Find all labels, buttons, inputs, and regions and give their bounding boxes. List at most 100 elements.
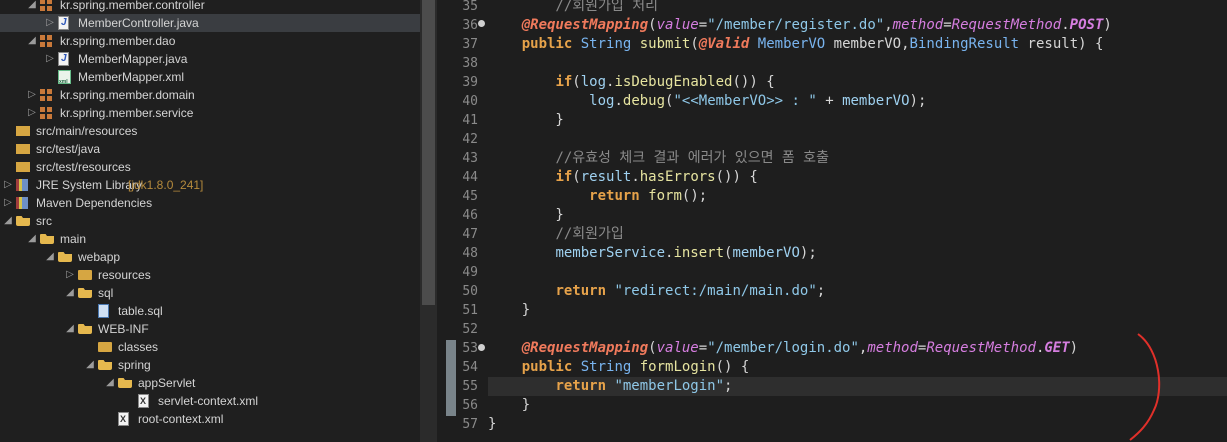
field-ref: log <box>580 74 607 90</box>
code-line-56[interactable]: } <box>488 396 1227 415</box>
fold-collapse-icon[interactable] <box>478 20 485 27</box>
tree-collapse-icon[interactable]: ◢ <box>44 248 56 266</box>
tree-item[interactable]: MemberMapper.xml <box>0 68 420 91</box>
tree-expand-icon[interactable]: ▷ <box>2 194 14 212</box>
tree-item[interactable]: ◢ src <box>0 212 420 230</box>
tree-collapse-icon[interactable]: ◢ <box>2 212 14 230</box>
method-call: form <box>648 188 682 204</box>
tree-item-label: kr.spring.member.controller <box>60 0 205 12</box>
code-line-55[interactable]: return "memberLogin"; <box>488 377 1227 396</box>
method-name: formLogin <box>639 359 716 375</box>
tree-item-label: table.sql <box>118 304 163 318</box>
tree-item[interactable]: ◢ webapp <box>0 248 420 266</box>
tree-item[interactable]: ◢ main <box>0 230 420 248</box>
keyword: return <box>589 188 640 204</box>
line-number: 47 <box>462 227 478 242</box>
tree-item[interactable]: ◢ WEB-INF <box>0 320 420 338</box>
string-literal: "/member/register.do" <box>707 17 885 33</box>
tree-collapse-icon[interactable]: ◢ <box>26 32 38 50</box>
tree-item[interactable]: ◢ kr.spring.member.controller <box>0 0 420 14</box>
tree-item[interactable]: root-context.xml <box>0 410 420 428</box>
tree-item[interactable]: ▷ Maven Dependencies <box>0 194 420 212</box>
field-ref: log <box>589 93 615 109</box>
tree-item[interactable]: servlet-context.xml <box>0 392 420 410</box>
tree-collapse-icon[interactable]: ◢ <box>64 284 76 302</box>
tree-item[interactable]: ◢ sql <box>0 284 420 302</box>
tree-item[interactable]: ◢ spring <box>0 356 420 374</box>
line-number: 50 <box>462 284 478 299</box>
explorer-scrollbar[interactable] <box>420 0 437 442</box>
code-line-45[interactable]: return form(); <box>488 187 1227 206</box>
mapper-xml-icon <box>58 70 71 91</box>
line-number: 38 <box>462 56 478 71</box>
tree-item[interactable]: ▷ kr.spring.member.domain <box>0 86 420 104</box>
code-line-53[interactable]: @RequestMapping(value="/member/login.do"… <box>488 339 1227 358</box>
code-line-47[interactable]: //회원가입 <box>488 225 1227 244</box>
code-line-46[interactable]: } <box>488 206 1227 225</box>
package-icon <box>40 35 52 47</box>
tree-collapse-icon[interactable]: ◢ <box>26 230 38 248</box>
tree-item-label: kr.spring.member.dao <box>60 34 176 48</box>
code-line-51[interactable]: } <box>488 301 1227 320</box>
line-number: 54 <box>462 360 478 375</box>
method-call: hasErrors <box>639 169 716 185</box>
code-line-52[interactable] <box>488 320 1227 339</box>
tree-collapse-icon[interactable]: ◢ <box>26 0 38 14</box>
code-line-35[interactable]: //회원가입 처리 <box>488 0 1227 16</box>
tree-item[interactable]: ▷ MemberController.java <box>0 14 420 32</box>
code-line-37[interactable]: public String submit(@Valid MemberVO mem… <box>488 35 1227 54</box>
source-folder-icon <box>16 126 30 136</box>
tree-collapse-icon[interactable]: ◢ <box>104 374 116 392</box>
keyword: if <box>555 169 573 185</box>
package-icon <box>40 0 52 11</box>
code-line-40[interactable]: log.debug("<<MemberVO>> : " + memberVO); <box>488 92 1227 111</box>
code-line-50[interactable]: return "redirect:/main/main.do"; <box>488 282 1227 301</box>
tree-item[interactable]: ▷ resources <box>0 266 420 284</box>
java-file-icon <box>58 14 69 32</box>
java-file-icon <box>58 50 69 68</box>
code-line-48[interactable]: memberService.insert(memberVO); <box>488 244 1227 263</box>
code-line-43[interactable]: //유효성 체크 결과 에러가 있으면 폼 호출 <box>488 149 1227 168</box>
tree-item[interactable]: ◢ appServlet <box>0 374 420 392</box>
tree-item[interactable]: src/test/java <box>0 140 420 158</box>
tree-item[interactable]: src/main/resources <box>0 122 420 140</box>
folder-open-icon <box>58 252 72 262</box>
method-name: submit <box>639 36 691 52</box>
tree-expand-icon[interactable]: ▷ <box>2 176 14 194</box>
tree-collapse-icon[interactable]: ◢ <box>84 356 96 374</box>
tree-collapse-icon[interactable]: ◢ <box>64 320 76 338</box>
code-line-42[interactable] <box>488 130 1227 149</box>
tree-item[interactable]: ▷ JRE System Library [jdk1.8.0_241] <box>0 176 420 194</box>
tree-item-label: kr.spring.member.service <box>60 106 194 120</box>
explorer-scrollbar-thumb[interactable] <box>422 0 435 305</box>
tree-item[interactable]: ▷ MemberMapper.java <box>0 50 420 68</box>
keyword: public <box>521 36 573 52</box>
tree-item[interactable]: ▷ kr.spring.member.service <box>0 104 420 122</box>
code-line-39[interactable]: if(log.isDebugEnabled()) { <box>488 73 1227 92</box>
string-literal: "redirect:/main/main.do" <box>614 283 817 299</box>
tree-expand-icon[interactable]: ▷ <box>26 104 38 122</box>
source-folder-icon <box>16 162 30 172</box>
code-line-41[interactable]: } <box>488 111 1227 130</box>
code-line-49[interactable] <box>488 263 1227 282</box>
code-line-54[interactable]: public String formLogin() { <box>488 358 1227 377</box>
tree-expand-icon[interactable]: ▷ <box>64 266 76 284</box>
tree-item[interactable]: ◢ kr.spring.member.dao <box>0 32 420 50</box>
tree-expand-icon[interactable]: ▷ <box>44 50 56 68</box>
variable-ref: memberVO <box>842 93 910 109</box>
tree-expand-icon[interactable]: ▷ <box>26 86 38 104</box>
code-line-38[interactable] <box>488 54 1227 73</box>
code-line-44[interactable]: if(result.hasErrors()) { <box>488 168 1227 187</box>
tree-item-decoration: [jdk1.8.0_241] <box>128 178 204 192</box>
tree-item[interactable]: classes <box>0 338 420 356</box>
tree-expand-icon[interactable]: ▷ <box>44 14 56 32</box>
tree-item[interactable]: src/test/resources <box>0 158 420 176</box>
line-number: 42 <box>462 132 478 147</box>
method-call: isDebugEnabled <box>614 74 733 90</box>
red-annotation-curve <box>1129 333 1161 441</box>
code-line-57[interactable]: } <box>488 415 1227 434</box>
tree-item[interactable]: table.sql <box>0 302 420 320</box>
folder-icon <box>98 342 112 352</box>
code-line-36[interactable]: @RequestMapping(value="/member/register.… <box>488 16 1227 35</box>
fold-collapse-icon[interactable] <box>478 344 485 351</box>
